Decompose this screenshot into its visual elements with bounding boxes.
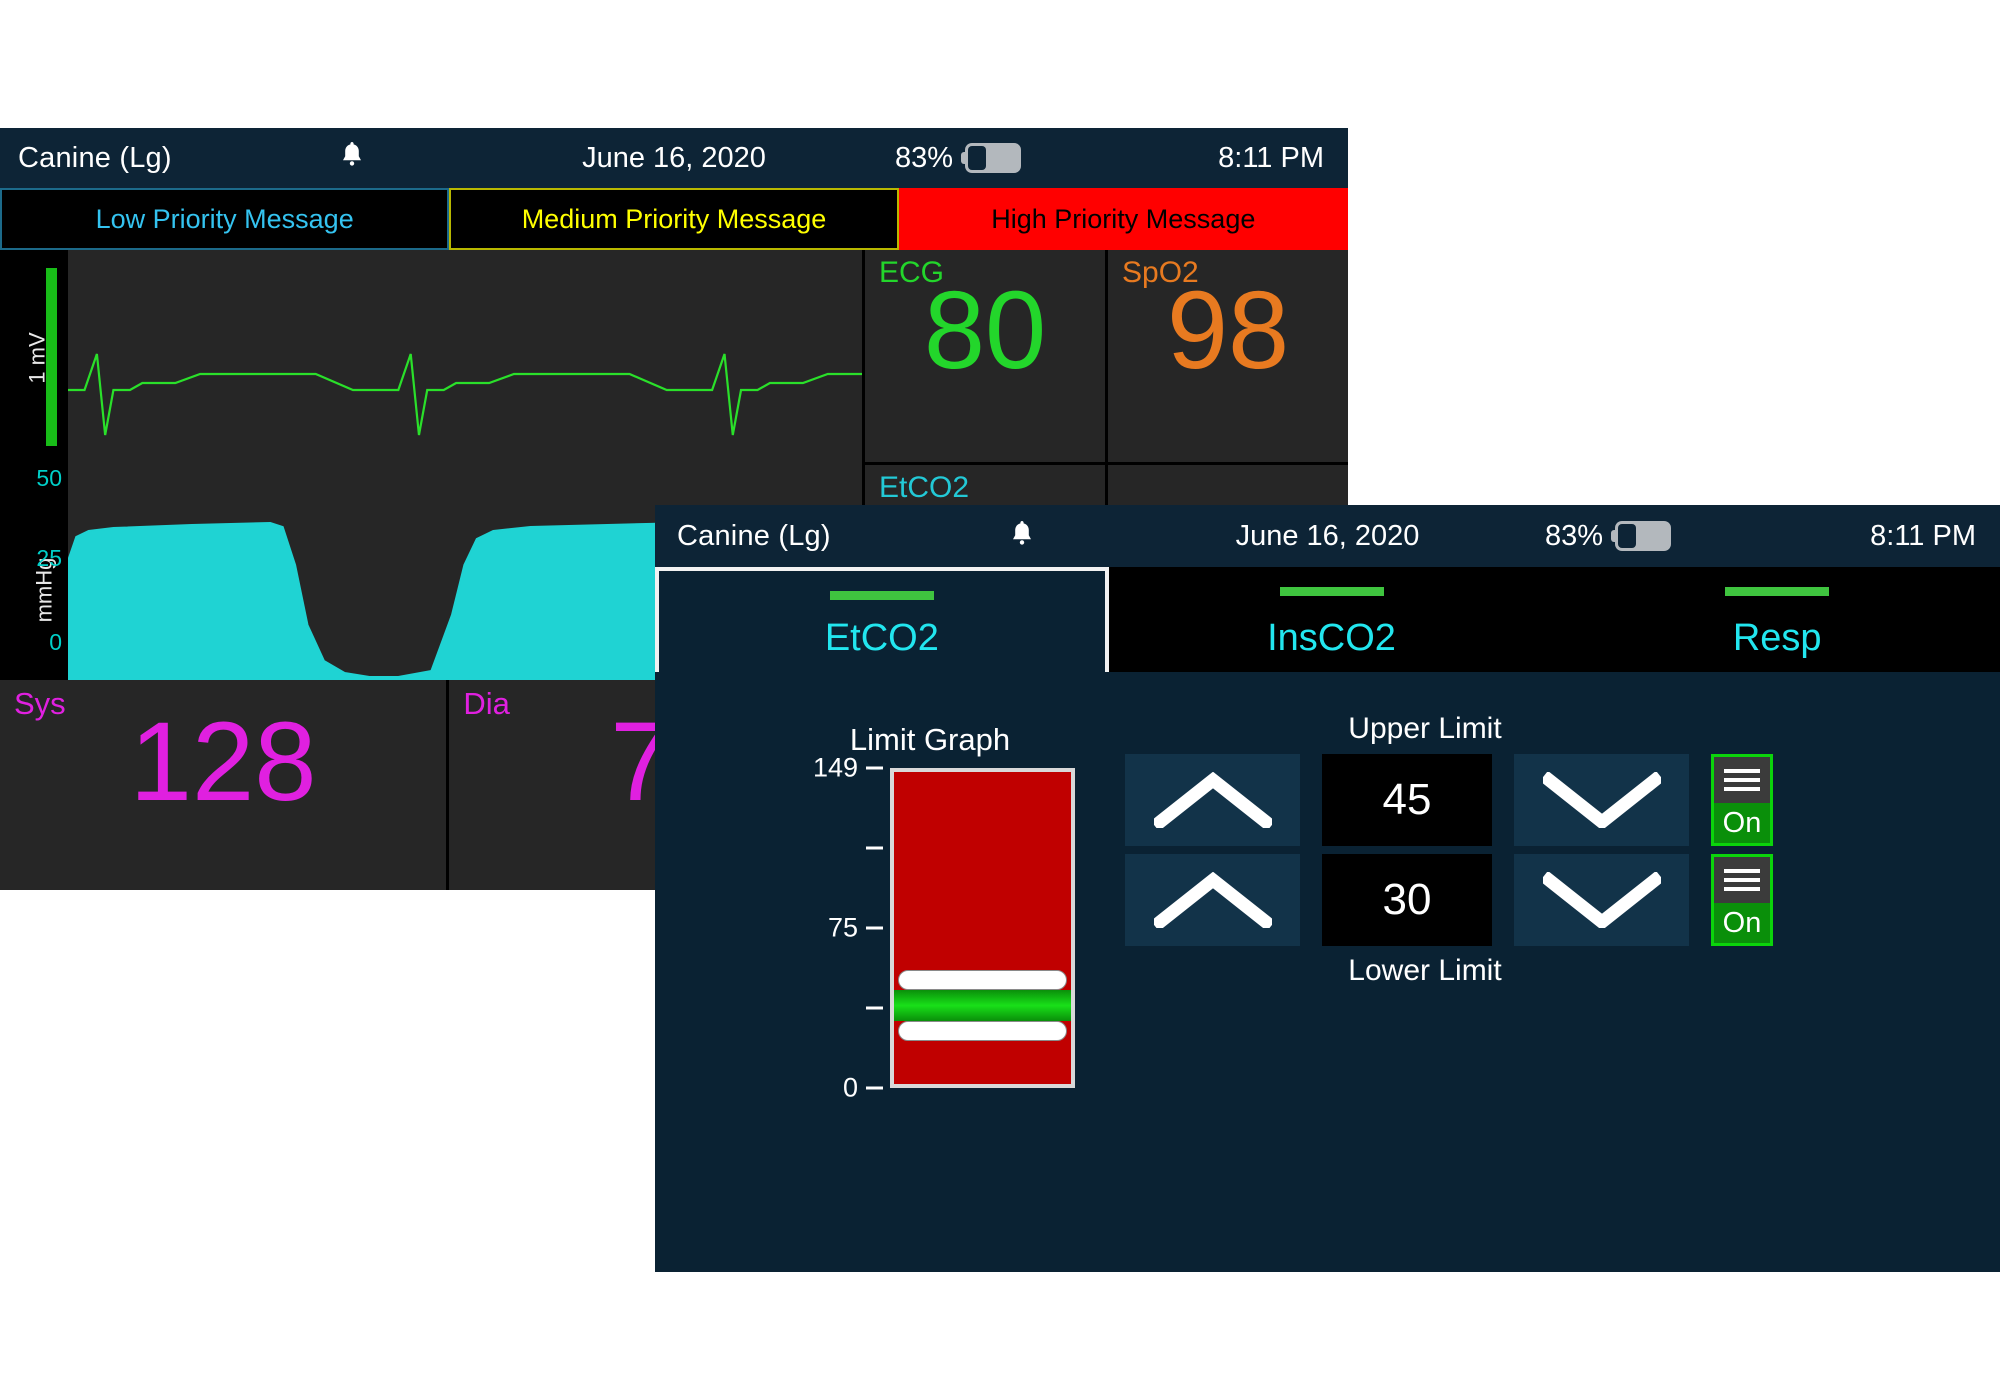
ecg-axis: 1 mV [0, 250, 68, 465]
capno-axis: mmHg 50 25 0 [0, 465, 68, 680]
etco2-numeric-label: EtCO2 [879, 471, 970, 504]
spo2-numeric-value: 98 [1166, 269, 1290, 392]
dialog-battery-indicator: 83% [1545, 519, 1672, 553]
sys-numeric-panel[interactable]: Sys 128 [0, 680, 450, 890]
battery-icon [961, 143, 1022, 173]
upper-limit-toggle-state: On [1722, 806, 1762, 839]
limit-tick-75: 75 [786, 913, 883, 944]
menu-lines-icon [1714, 857, 1770, 903]
dialog-body: Limit Graph 149 75 0 Upper Limit 45 On 3… [655, 672, 2000, 1272]
limit-tick-112 [786, 846, 883, 850]
screenshot-canvas: Canine (Lg) June 16, 2020 83% 8:11 PM Lo… [0, 0, 2000, 1400]
limit-safe-band [894, 989, 1071, 1022]
tab-etco2[interactable]: EtCO2 [655, 567, 1109, 672]
lower-limit-value[interactable]: 30 [1322, 854, 1492, 946]
tab-indicator-bar [829, 591, 934, 600]
ecg-calibration-bar [46, 268, 57, 446]
tab-resp-label: Resp [1732, 617, 1822, 659]
limit-tick-dash [866, 846, 883, 850]
monitor-status-bar: Canine (Lg) June 16, 2020 83% 8:11 PM [0, 128, 1348, 188]
capno-tick-0: 0 [49, 629, 62, 655]
etco2-limits-dialog: Canine (Lg) June 16, 2020 83% 8:11 PM Et… [655, 505, 2000, 1272]
menu-lines-icon [1714, 757, 1770, 803]
chevron-down-icon [1542, 772, 1661, 828]
tab-insco2-label: InsCO2 [1267, 617, 1396, 659]
limit-graph-scale: 149 75 0 [765, 753, 883, 1103]
high-priority-message[interactable]: High Priority Message [898, 188, 1348, 250]
dialog-current-date: June 16, 2020 [1235, 519, 1420, 552]
upper-limit-decrease-button[interactable] [1514, 754, 1689, 846]
lower-limit-decrease-button[interactable] [1514, 854, 1689, 946]
upper-limit-value[interactable]: 45 [1322, 754, 1492, 846]
battery-icon [1611, 521, 1672, 551]
upper-limit-caption: Upper Limit [1348, 712, 1502, 745]
upper-limit-row: 45 On [1125, 754, 1955, 846]
limit-controls: Upper Limit 45 On 30 On Lower Limit [1125, 712, 1955, 988]
lower-limit-toggle-state: On [1722, 906, 1762, 939]
upper-limit-increase-button[interactable] [1125, 754, 1300, 846]
chevron-down-icon [1542, 872, 1661, 928]
low-priority-message[interactable]: Low Priority Message [0, 188, 450, 250]
limit-tick-dash [866, 1006, 883, 1010]
dialog-tab-row: EtCO2 InsCO2 Resp [655, 567, 2000, 672]
capno-tick-50: 50 [36, 465, 62, 491]
limit-graph-bar[interactable] [890, 768, 1075, 1088]
limit-tick-149: 149 [786, 753, 883, 784]
dialog-current-time: 8:11 PM [1870, 519, 1976, 552]
numeric-row-top: ECG 80 SpO2 98 [862, 250, 1348, 465]
tab-insco2[interactable]: InsCO2 [1108, 567, 1555, 672]
limit-graph: Limit Graph 149 75 0 [765, 722, 1095, 1103]
lower-limit-increase-button[interactable] [1125, 854, 1300, 946]
capno-tick-25: 25 [36, 545, 62, 571]
limit-tick-label: 0 [842, 1072, 858, 1103]
lower-limit-alarm-toggle[interactable]: On [1711, 854, 1773, 946]
ecg-numeric-value: 80 [923, 269, 1047, 392]
sys-value: 128 [129, 699, 317, 824]
limit-tick-dash [866, 1086, 883, 1090]
alarm-message-row: Low Priority Message Medium Priority Mes… [0, 188, 1348, 250]
chevron-up-icon [1153, 872, 1272, 928]
limit-tick-dash [866, 766, 883, 770]
limit-tick-0: 0 [786, 1073, 883, 1104]
lower-limit-handle[interactable] [898, 1021, 1067, 1042]
limit-tick-label: 149 [812, 752, 858, 783]
tab-indicator-bar [1725, 587, 1830, 596]
dialog-status-bar: Canine (Lg) June 16, 2020 83% 8:11 PM [655, 505, 2000, 567]
dialog-battery-percent-label: 83% [1545, 519, 1604, 552]
lower-limit-row: 30 On [1125, 854, 1955, 946]
tab-indicator-bar [1279, 587, 1384, 596]
battery-percent-label: 83% [895, 141, 954, 174]
upper-limit-handle[interactable] [898, 969, 1067, 990]
ecg-numeric-panel[interactable]: ECG 80 [862, 250, 1105, 465]
limit-graph-plot: 149 75 0 [765, 753, 1095, 1103]
medium-priority-message[interactable]: Medium Priority Message [449, 188, 899, 250]
upper-limit-alarm-toggle[interactable]: On [1711, 754, 1773, 846]
chevron-up-icon [1153, 772, 1272, 828]
lower-limit-caption: Lower Limit [1348, 954, 1502, 987]
limit-tick-dash [866, 926, 883, 930]
tab-resp[interactable]: Resp [1554, 567, 2000, 672]
limit-tick-label: 75 [827, 912, 858, 943]
current-date: June 16, 2020 [582, 141, 766, 174]
current-time: 8:11 PM [1218, 141, 1324, 174]
limit-tick-37 [786, 1006, 883, 1010]
battery-indicator: 83% [895, 141, 1022, 175]
tab-etco2-label: EtCO2 [824, 617, 939, 659]
spo2-numeric-panel[interactable]: SpO2 98 [1105, 250, 1348, 465]
